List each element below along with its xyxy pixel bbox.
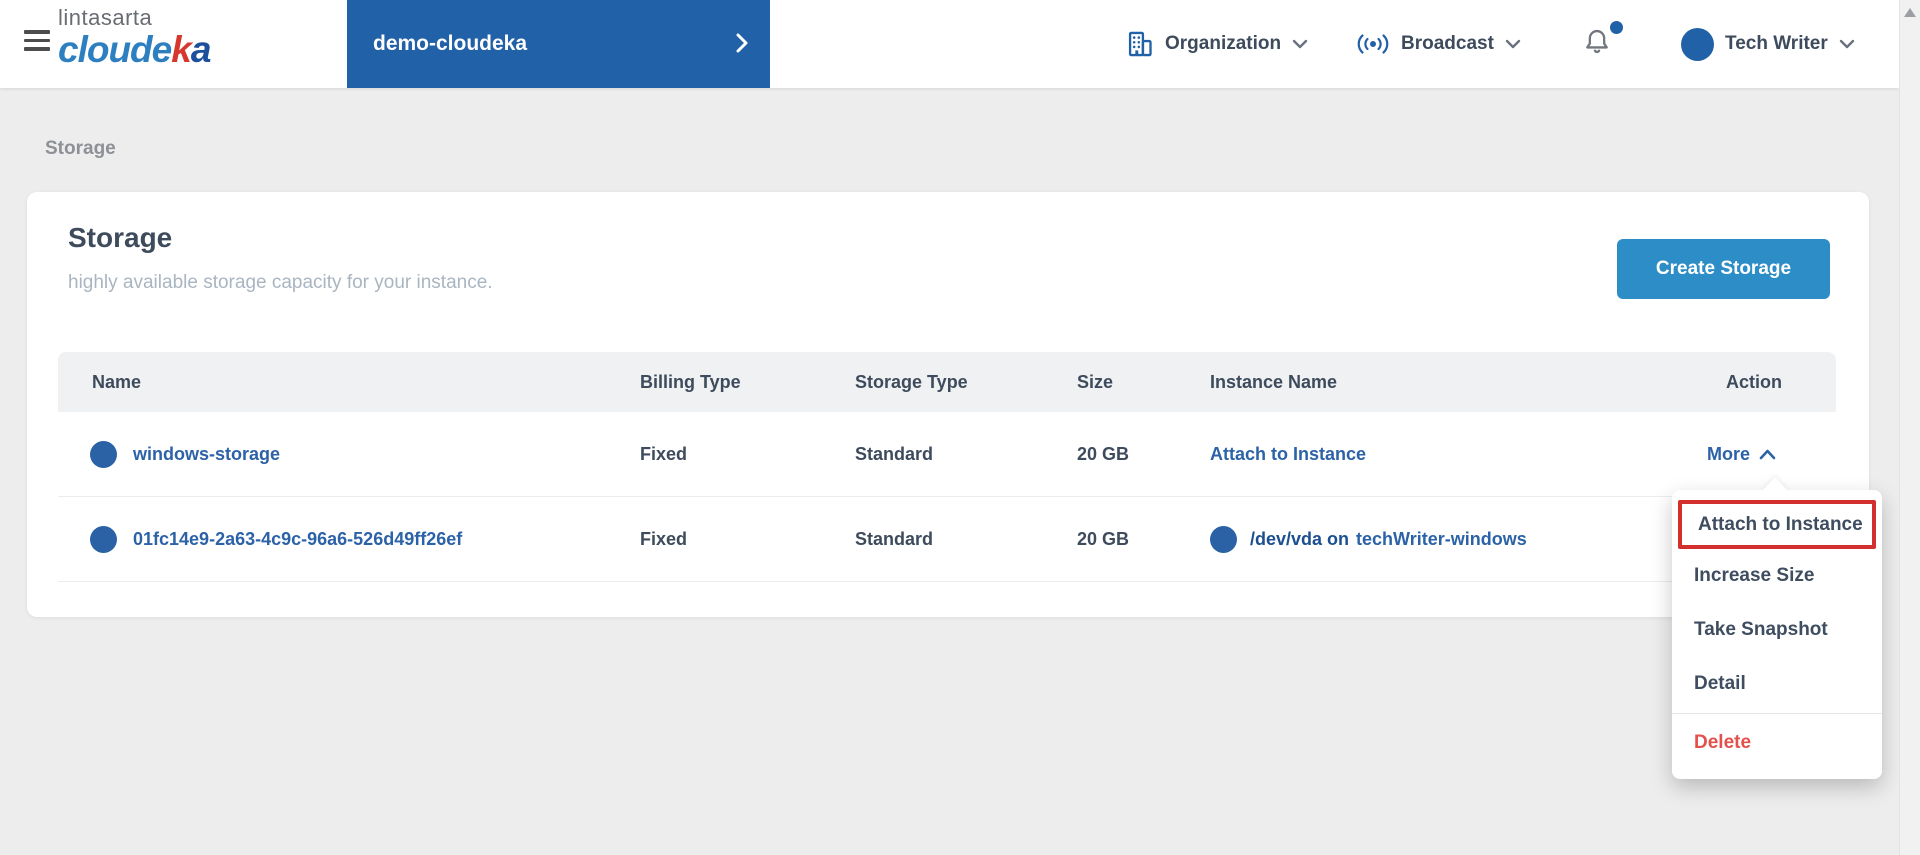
instance-link[interactable]: techWriter-windows [1356, 529, 1527, 550]
logo-cloudeka-text: cloudeka [58, 29, 211, 70]
project-switcher[interactable]: demo-cloudeka [347, 0, 770, 88]
more-actions-menu: Attach to Instance Increase Size Take Sn… [1672, 490, 1882, 779]
column-header-instance: Instance Name [1210, 371, 1338, 392]
storage-name-link[interactable]: windows-storage [133, 412, 280, 497]
storage-name-link[interactable]: 01fc14e9-2a63-4c9c-96a6-526d49ff26ef [133, 497, 462, 582]
table-header-row: Name Billing Type Storage Type Size Inst… [58, 352, 1836, 412]
storage-type-cell: Standard [855, 444, 934, 464]
status-dot [1210, 526, 1237, 553]
chevron-down-icon [1839, 39, 1855, 49]
chevron-right-icon [736, 33, 748, 53]
chevron-down-icon [1292, 39, 1308, 49]
column-header-action: Action [1726, 371, 1782, 392]
storage-page: lintasarta cloudeka demo-cloudeka Organi… [0, 0, 1920, 855]
size-cell: 20 GB [1077, 444, 1130, 464]
cloudeka-logo: lintasarta cloudeka [58, 5, 211, 70]
size-cell: 20 GB [1077, 529, 1130, 549]
status-dot [90, 526, 117, 553]
menu-divider [1672, 713, 1882, 714]
broadcast-label: Broadcast [1401, 33, 1494, 54]
column-header-size: Size [1077, 371, 1114, 392]
organization-label: Organization [1165, 33, 1282, 54]
menu-item-attach-to-instance[interactable]: Attach to Instance [1682, 504, 1863, 545]
billing-type-cell: Fixed [640, 444, 688, 464]
storage-type-cell: Standard [855, 529, 934, 549]
storage-card: Storage highly available storage capacit… [27, 192, 1869, 617]
user-name: Tech Writer [1725, 33, 1828, 54]
bell-icon [1586, 29, 1608, 54]
storage-table: Name Billing Type Storage Type Size Inst… [58, 352, 1836, 582]
status-dot [90, 441, 117, 468]
broadcast-dropdown[interactable]: Broadcast [1356, 0, 1521, 88]
device-path-text: /dev/vda on [1250, 529, 1350, 549]
organization-icon [1126, 30, 1154, 58]
column-header-storage: Storage Type [855, 371, 968, 392]
notification-dot [1610, 21, 1623, 34]
logo-lintasarta-text: lintasarta [58, 5, 153, 30]
top-header: lintasarta cloudeka demo-cloudeka Organi… [0, 0, 1899, 88]
notification-bell[interactable] [1583, 21, 1623, 63]
attach-to-instance-link[interactable]: Attach to Instance [1210, 444, 1366, 465]
menu-item-delete[interactable]: Delete [1672, 716, 1882, 770]
scroll-up-icon[interactable] [1904, 8, 1916, 17]
menu-item-detail[interactable]: Detail [1672, 657, 1882, 711]
page-title: Storage [68, 222, 173, 253]
billing-type-cell: Fixed [640, 529, 688, 549]
column-header-billing: Billing Type [640, 371, 741, 392]
table-row: windows-storage Fixed Standard 20 GB Att… [58, 412, 1836, 497]
more-label: More [1707, 444, 1751, 464]
chevron-down-icon [1505, 39, 1521, 49]
page-subtitle: highly available storage capacity for yo… [68, 272, 493, 293]
organization-dropdown[interactable]: Organization [1126, 0, 1308, 88]
instance-name-cell: /dev/vda on techWriter-windows [1210, 497, 1527, 582]
highlight-annotation-box: Attach to Instance [1678, 500, 1876, 549]
page-scrollbar[interactable] [1899, 0, 1920, 855]
menu-item-increase-size[interactable]: Increase Size [1672, 549, 1882, 603]
breadcrumb[interactable]: Storage [45, 138, 116, 160]
chevron-up-icon [1759, 449, 1776, 460]
hamburger-menu-icon[interactable] [24, 30, 52, 52]
user-menu[interactable]: Tech Writer [1681, 0, 1855, 88]
table-row: 01fc14e9-2a63-4c9c-96a6-526d49ff26ef Fix… [58, 497, 1836, 582]
broadcast-icon [1356, 33, 1390, 55]
avatar [1681, 27, 1714, 61]
project-name: demo-cloudeka [373, 32, 528, 55]
menu-item-take-snapshot[interactable]: Take Snapshot [1672, 603, 1882, 657]
dropdown-caret [1762, 477, 1788, 491]
column-header-name: Name [92, 371, 142, 392]
create-storage-button[interactable]: Create Storage [1617, 239, 1830, 299]
